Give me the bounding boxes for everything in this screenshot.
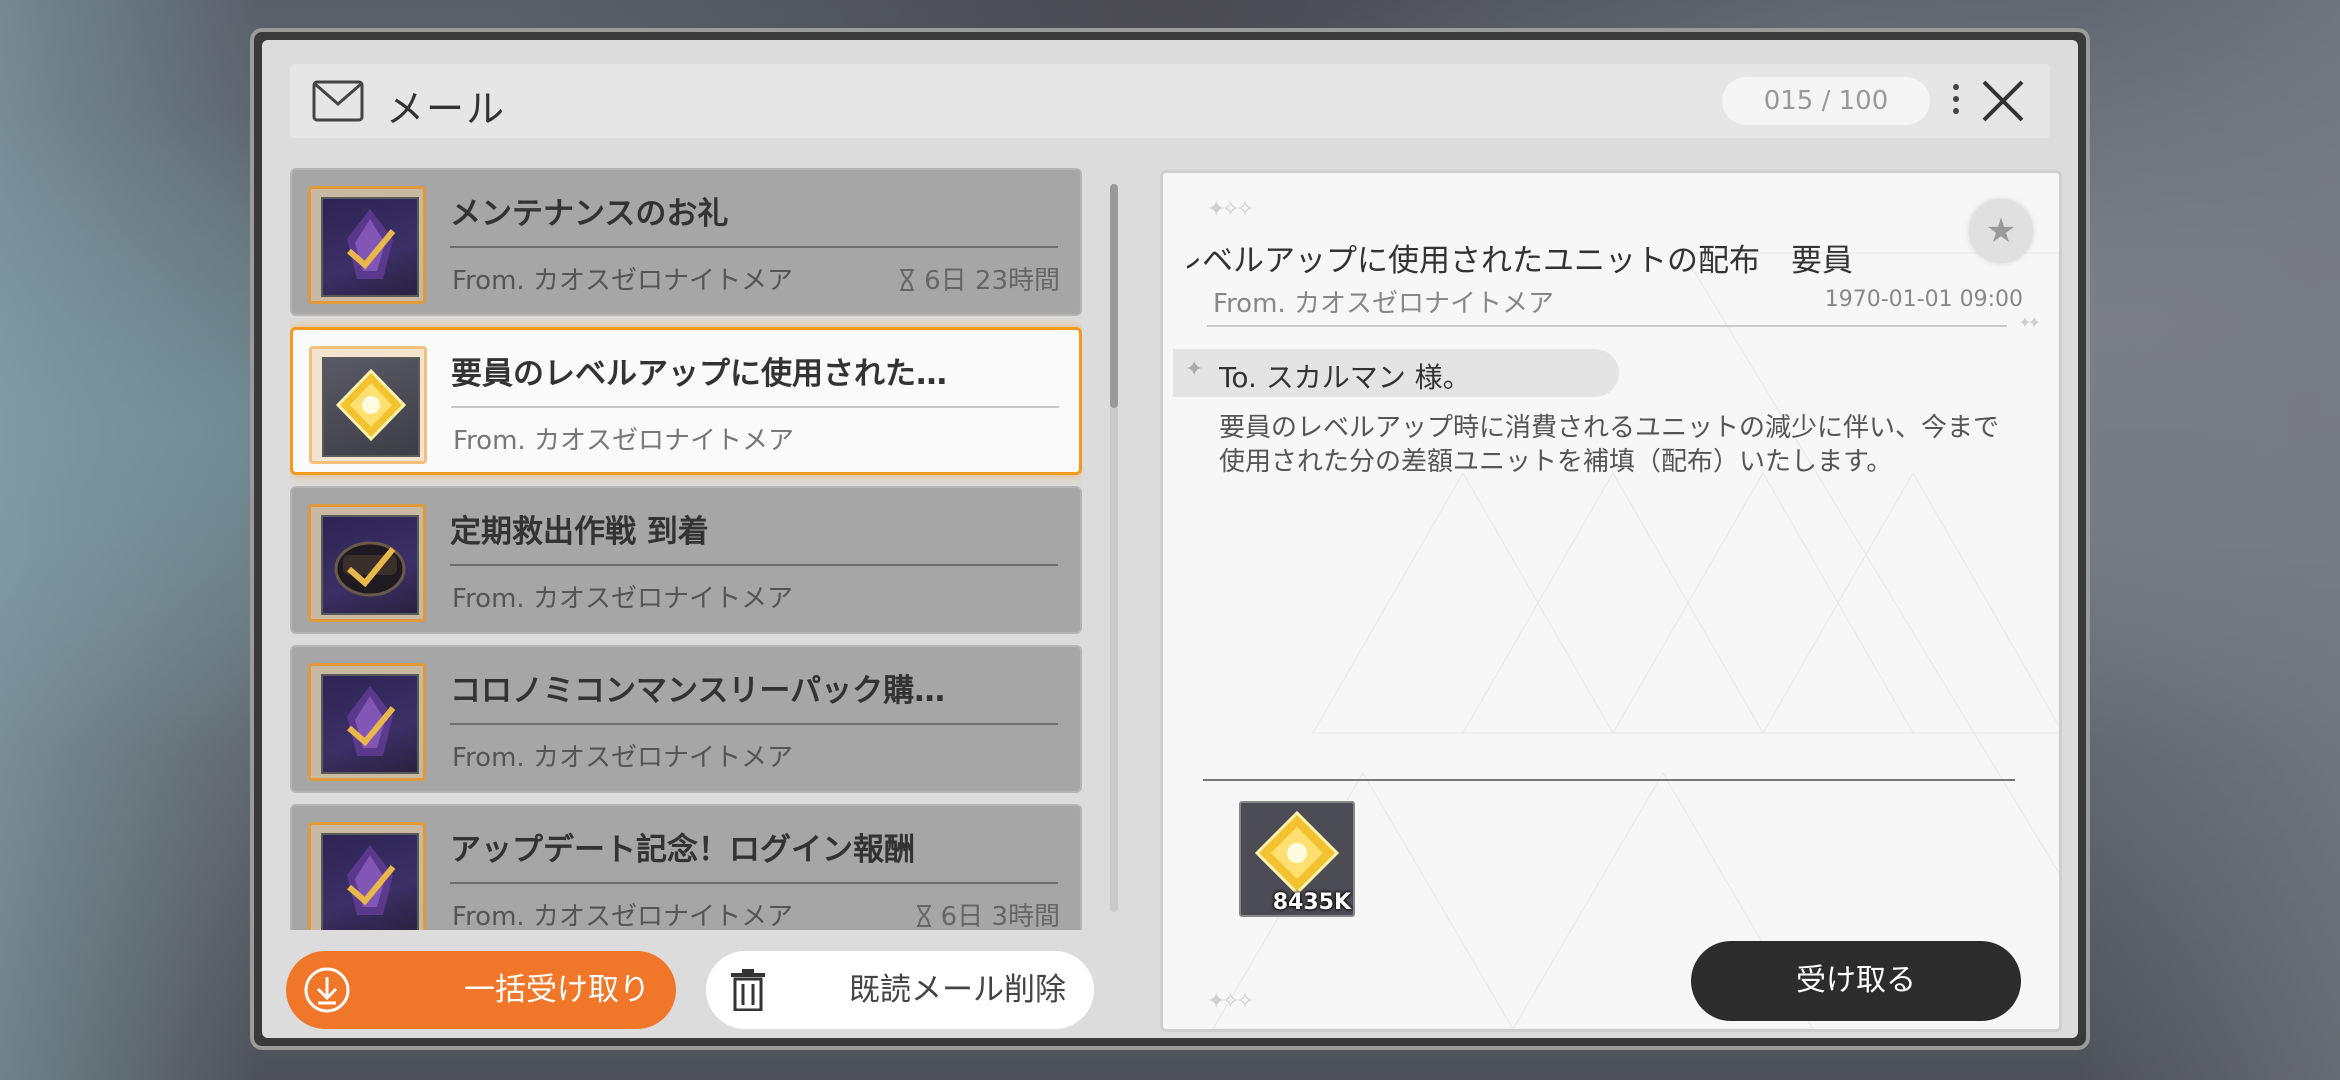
mail-list-scrollbar[interactable] [1110,184,1118,912]
mail-expiry: 6日 23時間 [898,260,1060,297]
recipient-text: To. スカルマン 様。 [1219,361,1471,394]
mail-sender: From. カオスゼロナイトメア [452,743,793,773]
mail-list-item[interactable]: コロノミコンマンスリーパック購… From. カオスゼロナイトメア [290,645,1082,793]
mail-thumbnail [308,504,426,622]
divider [450,723,1058,725]
mail-list-item-selected[interactable]: 要員のレベルアップに使用された… From. カオスゼロナイトメア [290,327,1082,475]
trash-icon [731,969,765,1011]
mail-list-item[interactable]: アップデート記念！ログイン報酬 From. カオスゼロナイトメア 6日 3時間 [290,804,1082,930]
sparkle-icon: ✦ [1185,357,1204,382]
scrollbar-thumb[interactable] [1110,184,1118,408]
mail-thumbnail [308,822,426,930]
favorite-star-button[interactable]: ★ [1969,199,2033,263]
envelope-icon [312,80,364,122]
gold-unit-icon [322,357,420,457]
mail-count-badge: 015 / 100 [1722,77,1930,125]
delete-read-mail-button[interactable]: 既読メール削除 [706,951,1094,1029]
mail-expiry-text: 6日 23時間 [924,266,1060,296]
background-right [2080,0,2340,1080]
purple-crystal-icon [321,197,419,297]
divider [1207,325,2007,327]
claim-all-label: 一括受け取り [464,972,650,1008]
divider [450,564,1058,566]
sparkle-decoration: ✦✦ [2018,313,2041,332]
background-left [0,0,260,1080]
more-options-icon[interactable] [1948,80,1964,122]
divider [450,246,1058,248]
page-title: メール [386,87,507,131]
divider [450,882,1058,884]
mail-header: メール 015 / 100 [290,64,2050,138]
hourglass-icon [900,269,915,291]
mail-list-item[interactable]: 定期救出作戦 到着 From. カオスゼロナイトメア [290,486,1082,634]
mail-title: メンテナンスのお礼 [450,196,729,232]
mail-thumbnail [308,663,426,781]
mail-title: 定期救出作戦 到着 [450,514,709,550]
hourglass-icon [916,905,931,927]
mail-list-item[interactable]: メンテナンスのお礼 From. カオスゼロナイトメア 6日 23時間 [290,168,1082,316]
mail-expiry: 6日 3時間 [915,896,1060,930]
mail-sender: From. カオスゼロナイトメア [452,266,793,296]
attachment-reward-item[interactable]: 8435K [1239,801,1355,917]
divider [451,406,1059,408]
mail-detail-date: 1970-01-01 09:00 [1824,287,2023,312]
mail-title: コロノミコンマンスリーパック購… [450,673,946,709]
mail-detail-title: レベルアップに使用されたユニットの配布 要員 [1187,235,1927,280]
treasure-chest-icon [321,515,419,615]
mail-title: 要員のレベルアップに使用された… [451,356,947,392]
mail-sender: From. カオスゼロナイトメア [453,426,794,456]
mail-dialog: メール 015 / 100 メンテナンスのお礼 From. カオスゼロナイトメア… [250,28,2090,1050]
mail-list: メンテナンスのお礼 From. カオスゼロナイトメア 6日 23時間 要員のレベ… [290,168,1082,930]
mail-dialog-body: メール 015 / 100 メンテナンスのお礼 From. カオスゼロナイトメア… [262,40,2078,1038]
mail-thumbnail [309,346,427,464]
sparkle-decoration: ✦✧✧ [1207,989,1254,1014]
mail-sender: From. カオスゼロナイトメア [452,902,793,930]
purple-crystal-icon [321,674,419,774]
mail-sender: From. カオスゼロナイトメア [452,584,793,614]
claim-all-button[interactable]: 一括受け取り [286,951,676,1029]
mail-detail-title-text: レベルアップに使用されたユニットの配布 要員 [1187,243,1853,279]
mail-thumbnail [308,186,426,304]
download-circle-icon [304,967,350,1013]
attachment-divider [1203,779,2015,781]
mail-detail-body: 要員のレベルアップ時に消費されるユニットの減少に伴い、今まで使用された分の差額ユ… [1219,413,2000,477]
mail-detail-panel: ✦✧✧ ✦✧✧ ✦✦ レベルアップに使用されたユニットの配布 要員 From. … [1160,170,2062,1032]
mail-detail-sender: From. カオスゼロナイトメア [1213,289,1554,319]
mail-expiry-text: 6日 3時間 [940,902,1060,930]
receive-button[interactable]: 受け取る [1691,941,2021,1021]
mail-title: アップデート記念！ログイン報酬 [450,832,915,868]
delete-read-label: 既読メール削除 [849,972,1066,1008]
purple-crystal-icon [321,833,419,930]
reward-quantity: 8435K [1272,890,1351,915]
recipient-bar: ✦ To. スカルマン 様。 [1173,349,1619,397]
sparkle-decoration: ✦✧✧ [1207,197,1254,222]
close-icon[interactable] [1980,78,2026,124]
